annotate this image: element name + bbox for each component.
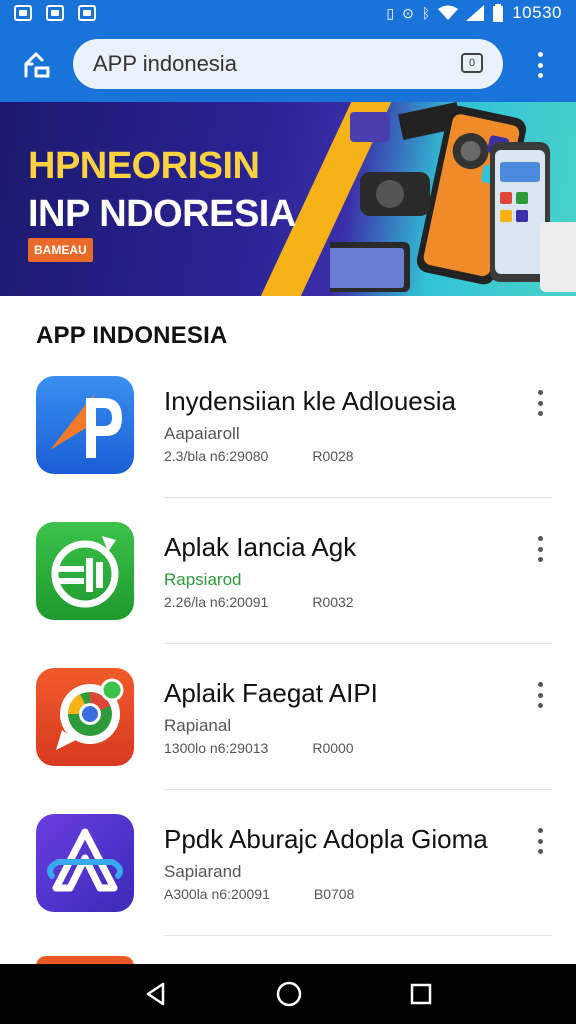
notification-icon <box>14 5 32 21</box>
app-list-item[interactable]: Ppdk Aburajc Adopla Gioma Sapiarand A300… <box>0 806 576 952</box>
more-options-icon[interactable] <box>530 828 550 854</box>
app-developer: Aapaiaroll <box>164 424 240 443</box>
app-name: Inydensiian kle Adlouesia <box>164 386 456 416</box>
app-meta-secondary: R0000 <box>312 740 354 756</box>
app-meta: A300la n6:20091 B0708 <box>164 886 354 902</box>
app-name: Ppdk Aburajc Adopla Gioma <box>164 824 488 854</box>
recents-icon[interactable] <box>409 982 433 1006</box>
status-bar: ▯ ⊙ ᛒ 10530 <box>0 0 576 26</box>
app-bar: APP indonesia 0 <box>0 26 576 102</box>
chat-browser-icon <box>36 668 134 766</box>
app-developer: Sapiarand <box>164 862 242 881</box>
app-meta-primary: 2.3/bla n6:29080 <box>164 448 269 464</box>
banner-title-line1: HPNEORISIN <box>28 145 260 187</box>
more-options-icon[interactable] <box>530 536 550 562</box>
app-list-item[interactable]: Aplaik Faegat AIPI Rapianal 1300lo n6:29… <box>0 660 576 806</box>
battery-icon <box>493 4 504 22</box>
divider <box>164 497 552 498</box>
promo-banner[interactable]: HPNEORISIN INP NDORESIA BAMEAU <box>0 102 576 296</box>
back-icon[interactable] <box>143 981 169 1007</box>
app-list-item[interactable]: Inydensiian kle Adlouesia Aapaiaroll 2.3… <box>0 368 576 514</box>
search-bar[interactable]: APP indonesia 0 <box>73 39 503 89</box>
app-meta: 2.3/bla n6:29080 R0028 <box>164 448 354 464</box>
navigation-bar <box>0 964 576 1024</box>
status-time: 10530 <box>512 3 562 22</box>
divider <box>164 935 552 936</box>
app-meta-secondary: R0028 <box>312 448 354 464</box>
phones-illustration <box>330 102 576 292</box>
tabs-icon[interactable]: 0 <box>461 53 483 73</box>
app-list-item[interactable]: Aplak Iancia Agk Rapsiarod 2.26/la n6:20… <box>0 514 576 660</box>
banner-badge[interactable]: BAMEAU <box>28 238 93 262</box>
vibrate-icon: ▯ <box>386 5 395 21</box>
app-meta: 1300lo n6:29013 R0000 <box>164 740 354 756</box>
bluetooth-icon: ᛒ <box>421 5 431 21</box>
app-store-a-icon <box>36 814 134 912</box>
recycle-money-icon <box>36 522 134 620</box>
divider <box>164 789 552 790</box>
app-name: Aplak Iancia Agk <box>164 532 357 562</box>
app-screen: ▯ ⊙ ᛒ 10530 APP indonesia 0 HPNEORISIN I… <box>0 0 576 1024</box>
app-developer: Rapianal <box>164 716 232 735</box>
wifi-icon <box>438 5 459 20</box>
sync-icon: ⊙ <box>402 5 414 21</box>
home-icon[interactable] <box>275 980 303 1008</box>
app-meta: 2.26/la n6:20091 R0032 <box>164 594 354 610</box>
arrow-p-icon <box>36 376 134 474</box>
image-icon <box>46 5 64 21</box>
tab-count: 0 <box>468 57 476 69</box>
app-developer: Rapsiarod <box>164 570 242 589</box>
more-options-icon[interactable] <box>530 390 550 416</box>
search-input[interactable]: APP indonesia <box>93 51 237 77</box>
signal-icon <box>466 5 485 21</box>
section-title: APP INDONESIA <box>36 322 228 349</box>
banner-title-line2: INP NDORESIA <box>28 193 296 235</box>
app-meta-primary: 2.26/la n6:20091 <box>164 594 269 610</box>
overflow-menu-icon[interactable] <box>530 48 550 82</box>
more-options-icon[interactable] <box>530 682 550 708</box>
shield-icon <box>78 5 96 21</box>
app-meta-secondary: B0708 <box>313 886 355 902</box>
app-meta-primary: A300la n6:20091 <box>164 886 270 902</box>
app-meta-primary: 1300lo n6:29013 <box>164 740 269 756</box>
divider <box>164 643 552 644</box>
banner-title: HPNEORISIN INP NDORESIA <box>28 142 296 238</box>
app-meta-secondary: R0032 <box>312 594 354 610</box>
app-name: Aplaik Faegat AIPI <box>164 678 378 708</box>
share-icon[interactable] <box>20 48 54 82</box>
